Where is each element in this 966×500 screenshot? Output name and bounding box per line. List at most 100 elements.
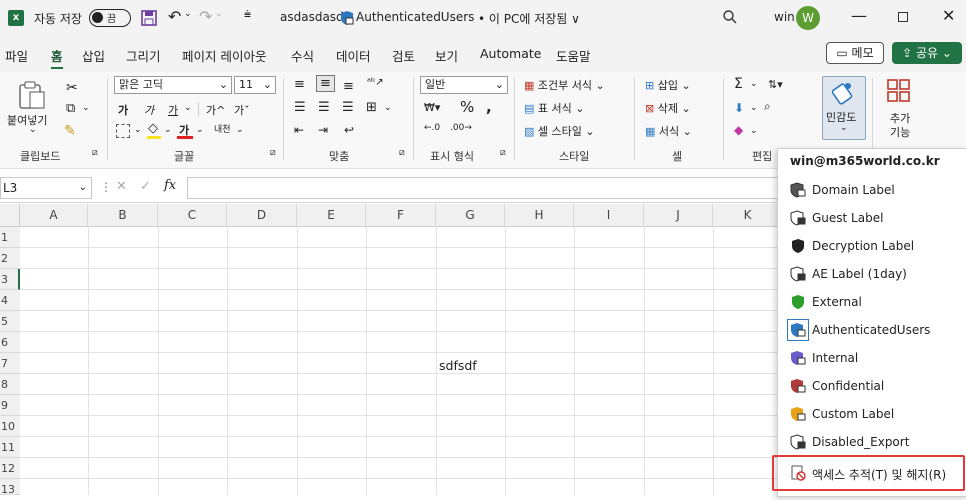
row-header[interactable]: 11 <box>0 437 20 458</box>
phonetic-dropdown-icon[interactable]: ⌄ <box>236 125 244 135</box>
restore-icon[interactable] <box>898 12 908 22</box>
grow-font-button[interactable]: 가^ <box>206 102 225 118</box>
row-header[interactable]: 8 <box>0 374 20 395</box>
confirm-entry-icon[interactable]: ✓ <box>140 179 151 194</box>
row-header[interactable]: 7 <box>0 353 20 374</box>
column-header[interactable]: C <box>158 204 227 226</box>
clear-dropdown-icon[interactable]: ⌄ <box>750 126 758 136</box>
wrap-text-icon[interactable]: ↩ <box>344 123 354 137</box>
fill-icon[interactable]: ⬇ <box>734 101 744 115</box>
menu-item-decryption-label[interactable]: Decryption Label <box>778 232 965 260</box>
row-header[interactable]: 4 <box>0 290 20 311</box>
column-header[interactable]: E <box>297 204 366 226</box>
paste-label[interactable]: 붙여넣기 <box>7 112 47 128</box>
file-name[interactable]: asdasdasd <box>280 10 344 24</box>
share-button[interactable]: ⇪ 공유 ⌄ <box>892 42 962 64</box>
paste-dropdown-icon[interactable]: ⌄ <box>29 125 37 135</box>
delete-cells-button[interactable]: ⊠ 삭제 ⌄ <box>645 100 691 116</box>
clear-icon[interactable]: ◆ <box>734 123 743 137</box>
font-name-dropdown[interactable]: 맑은 고딕 ⌄ <box>114 76 232 94</box>
format-as-table-button[interactable]: ▤ 표 서식 ⌄ <box>524 100 584 116</box>
format-cells-button[interactable]: ▦ 서식 ⌄ <box>645 123 692 139</box>
italic-button[interactable]: 가 <box>144 102 154 118</box>
addins-icon[interactable] <box>887 79 911 103</box>
name-box[interactable]: L3 ⌄ <box>0 177 92 199</box>
row-header[interactable]: 9 <box>0 395 20 416</box>
comments-button[interactable]: ▭ 메모 <box>826 42 884 64</box>
menu-item-confidential[interactable]: Confidential <box>778 372 965 400</box>
tab-help[interactable]: 도움말 <box>556 46 591 65</box>
row-header[interactable]: 10 <box>0 416 20 437</box>
font-launcher-icon[interactable]: ⧄ <box>270 148 276 158</box>
menu-item-domain-label[interactable]: Domain Label <box>778 176 965 204</box>
comma-icon[interactable]: , <box>486 98 492 116</box>
find-select-icon[interactable]: ⌕ <box>764 99 771 114</box>
align-left-icon[interactable]: ☰ <box>294 100 306 115</box>
alignment-launcher-icon[interactable]: ⧄ <box>399 148 405 158</box>
cut-icon[interactable]: ✂ <box>66 80 78 96</box>
paste-icon[interactable] <box>16 80 48 110</box>
align-bottom-icon[interactable]: ≡ <box>343 79 354 94</box>
font-size-dropdown[interactable]: 11 ⌄ <box>234 76 276 94</box>
select-all-corner[interactable] <box>0 204 20 226</box>
minimize-icon[interactable]: — <box>851 6 867 25</box>
fill-color-icon[interactable]: ◇ <box>148 121 158 136</box>
more-options-icon[interactable]: ⋮ <box>100 180 112 194</box>
cell-g7[interactable]: sdfsdf <box>439 358 477 373</box>
tab-data[interactable]: 데이터 <box>336 46 371 65</box>
column-header[interactable]: I <box>574 204 644 226</box>
copy-dropdown-icon[interactable]: ⌄ <box>82 103 90 113</box>
row-header-selected[interactable]: 3 <box>0 269 20 290</box>
underline-dropdown-icon[interactable]: ⌄ <box>184 103 192 113</box>
search-icon[interactable] <box>722 9 738 25</box>
copy-icon[interactable]: ⧉ <box>66 101 75 116</box>
increase-decimal-icon[interactable]: ←.0 <box>424 123 440 133</box>
underline-button[interactable]: 가 <box>168 102 178 118</box>
tab-view[interactable]: 보기 <box>435 46 458 65</box>
cell-styles-button[interactable]: ▧ 셀 스타일 ⌄ <box>524 123 595 139</box>
align-top-icon[interactable]: ≡ <box>294 77 305 92</box>
tab-file[interactable]: 파일 <box>5 46 28 65</box>
borders-icon[interactable] <box>116 124 130 138</box>
close-icon[interactable]: ✕ <box>942 6 955 25</box>
align-center-icon[interactable]: ☰ <box>318 100 330 115</box>
redo-icon[interactable]: ↷ <box>199 7 212 26</box>
column-header[interactable]: A <box>20 204 88 226</box>
fill-dropdown-icon[interactable]: ⌄ <box>750 103 758 113</box>
fill-color-dropdown-icon[interactable]: ⌄ <box>164 125 172 135</box>
row-header[interactable]: 13 <box>0 479 20 496</box>
orientation-icon[interactable]: ᵃᵇ↗ <box>367 77 384 88</box>
column-header[interactable]: K <box>713 204 783 226</box>
menu-item-internal[interactable]: Internal <box>778 344 965 372</box>
menu-item-ae-label[interactable]: AE Label (1day) <box>778 260 965 288</box>
menu-item-authenticated-users[interactable]: AuthenticatedUsers <box>778 316 965 344</box>
tab-draw[interactable]: 그리기 <box>126 46 161 65</box>
customize-qat-icon[interactable]: ⩧ <box>244 7 251 22</box>
menu-item-external[interactable]: External <box>778 288 965 316</box>
menu-item-disabled-export[interactable]: Disabled_Export <box>778 428 965 456</box>
sensitivity-label-name[interactable]: AuthenticatedUsers <box>356 10 474 24</box>
increase-indent-icon[interactable]: ⇥ <box>318 123 328 137</box>
bold-button[interactable]: 가 <box>118 102 128 118</box>
sort-filter-icon[interactable]: ⇅▾ <box>768 78 783 91</box>
clipboard-launcher-icon[interactable]: ⧄ <box>92 148 98 158</box>
accounting-format-icon[interactable]: ₩▾ <box>424 101 440 114</box>
format-painter-icon[interactable]: ✎ <box>64 123 76 139</box>
tab-automate[interactable]: Automate <box>480 46 541 61</box>
tab-page-layout[interactable]: 페이지 레이아웃 <box>182 46 266 65</box>
sensitivity-button[interactable]: 민감도 ⌄ <box>822 76 866 140</box>
borders-dropdown-icon[interactable]: ⌄ <box>134 125 142 135</box>
column-header[interactable]: D <box>227 204 297 226</box>
menu-item-guest-label[interactable]: Guest Label <box>778 204 965 232</box>
autosum-icon[interactable]: Σ <box>734 76 743 92</box>
number-launcher-icon[interactable]: ⧄ <box>500 148 506 158</box>
tab-home[interactable]: 홈 <box>51 46 63 69</box>
tab-formulas[interactable]: 수식 <box>291 46 314 65</box>
save-icon[interactable] <box>141 10 157 26</box>
row-header[interactable]: 1 <box>0 227 20 248</box>
autosum-dropdown-icon[interactable]: ⌄ <box>750 79 758 89</box>
merge-icon[interactable]: ⊞ <box>366 100 377 115</box>
avatar[interactable]: W <box>796 6 820 30</box>
redo-dropdown-icon[interactable]: ⌄ <box>215 9 223 19</box>
phonetic-button[interactable]: 내천 <box>214 122 231 135</box>
